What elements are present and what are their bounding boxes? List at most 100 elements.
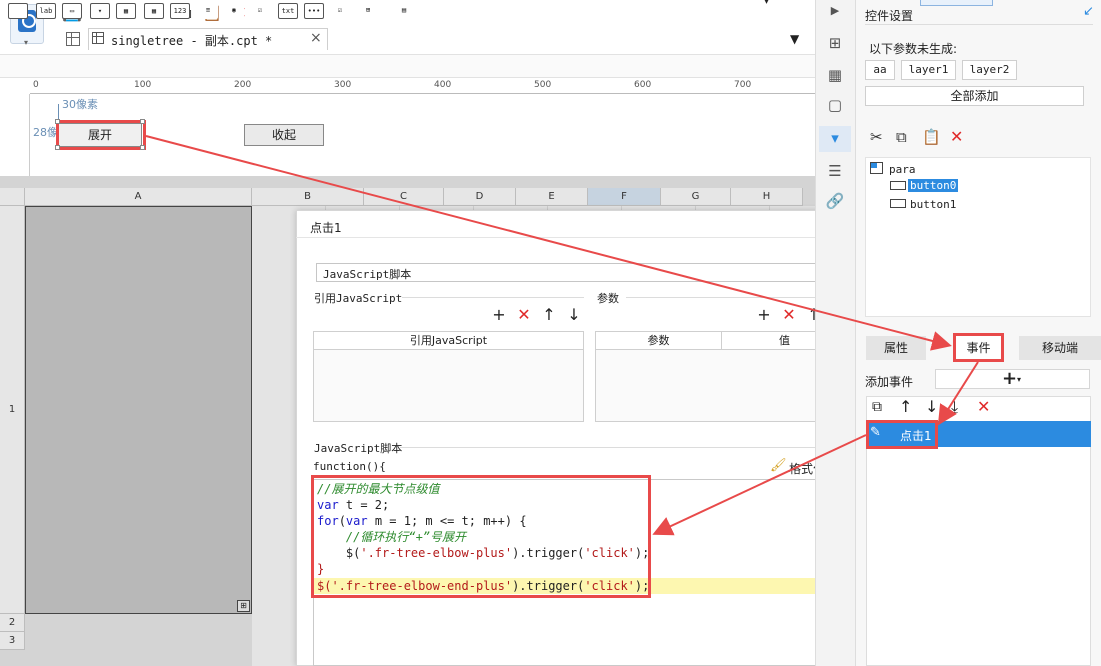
cell-attribute-icon[interactable]: ⊞ [824, 34, 846, 54]
button-widget-icon[interactable]: ▭ [62, 3, 82, 19]
delete-event-icon[interactable]: ✕ [977, 397, 990, 416]
column-header-a[interactable]: A [25, 188, 252, 206]
cut-icon[interactable]: ✂ [870, 128, 883, 146]
text-widget-icon[interactable]: txt [278, 3, 298, 19]
column-header-f[interactable]: F [588, 188, 661, 206]
ruler-tick: 500 [534, 80, 552, 90]
ruler-tick: 100 [134, 80, 152, 90]
resize-handle[interactable] [55, 119, 60, 124]
cell-grid-icon[interactable] [66, 32, 80, 46]
ref-js-label: 引用JavaScript [314, 292, 403, 305]
label-widget-icon[interactable] [8, 3, 28, 19]
close-tab-icon[interactable]: × [310, 30, 322, 46]
column-header-d[interactable]: D [444, 188, 516, 206]
move-down-icon[interactable]: ↓ [925, 397, 938, 416]
widget-toolbar [0, 54, 815, 78]
param-chip-layer1[interactable]: layer1 [901, 60, 956, 80]
dimension-label-30: 30像素 [62, 98, 98, 111]
function-signature: function(){ [313, 460, 386, 473]
column-header-h[interactable]: H [731, 188, 803, 206]
tree-node-para[interactable]: para [889, 163, 916, 176]
column-header-c[interactable]: C [364, 188, 444, 206]
delete-icon[interactable]: ✕ [950, 127, 963, 146]
corner-cell[interactable] [0, 188, 25, 206]
params-table[interactable]: 参数 值 [595, 331, 848, 422]
resize-handle[interactable] [140, 145, 145, 150]
chevron-right-icon[interactable]: ▶ [824, 4, 846, 24]
tab-menu-icon[interactable]: ▼ [790, 32, 799, 46]
dropdown-arrow-icon[interactable]: ▾ [764, 0, 769, 7]
more-widgets-icon[interactable]: ▤ [394, 3, 414, 19]
row-header-1[interactable]: 1 [0, 206, 25, 614]
row-header-3[interactable]: 3 [0, 632, 25, 650]
params-not-generated-label: 以下参数未生成: [869, 42, 958, 56]
checkbox-widget-icon[interactable]: ☑ [330, 3, 350, 19]
textarea-widget-icon[interactable]: ≡ [198, 3, 218, 19]
text-label-widget-icon[interactable]: lab [36, 3, 56, 19]
move-up-icon[interactable]: ↑ [540, 307, 558, 323]
add-icon[interactable]: + [490, 307, 508, 323]
column-header-b[interactable]: B [252, 188, 364, 206]
add-icon[interactable]: + [1002, 368, 1017, 389]
button-icon [890, 199, 906, 208]
float-element-icon[interactable]: ▢ [824, 96, 846, 116]
date-widget-icon[interactable]: ▦ [116, 3, 136, 19]
divider [400, 447, 848, 448]
chevron-down-icon[interactable]: ▾ [24, 38, 28, 47]
copy-icon[interactable]: ⧉ [896, 128, 907, 146]
tree-cell-a1[interactable] [25, 206, 252, 614]
ruler-tick: 700 [734, 80, 752, 90]
move-up-icon[interactable]: ↑ [899, 397, 912, 416]
ruler-tick: 400 [434, 80, 452, 90]
add-all-button[interactable]: 全部添加 [865, 86, 1084, 106]
tree-widget-icon[interactable]: ⊞ [358, 3, 378, 19]
param-chip-layer2[interactable]: layer2 [962, 60, 1017, 80]
checkbox-group-widget-icon[interactable]: ☑ [250, 3, 270, 19]
annotation-frame [56, 120, 146, 150]
tab-properties[interactable]: 属性 [866, 336, 926, 360]
js-script-label: JavaScript脚本 [314, 442, 403, 455]
tree-node-button1[interactable]: button1 [910, 198, 956, 211]
radio-group-widget-icon[interactable]: ◉ [224, 3, 244, 19]
password-widget-icon[interactable]: ••• [304, 3, 324, 19]
widget-settings-icon[interactable]: ▾ [824, 129, 846, 149]
remove-param-icon[interactable]: ✕ [780, 307, 798, 323]
add-param-icon[interactable]: + [755, 307, 773, 323]
combo-widget-icon[interactable]: ▾ [90, 3, 110, 19]
script-type-select[interactable]: JavaScript脚本 [316, 263, 845, 282]
row-header-2[interactable]: 2 [0, 614, 25, 632]
vertical-ruler [14, 94, 30, 176]
ruler-tick: 300 [334, 80, 352, 90]
tab-singletree[interactable]: singletree - 副本.cpt * [88, 28, 328, 50]
paste-icon[interactable]: 📋 [922, 128, 941, 146]
cell-element-icon[interactable]: ▦ [824, 66, 846, 86]
ref-js-table[interactable]: 引用JavaScript [313, 331, 584, 422]
resize-handle[interactable] [140, 119, 145, 124]
chevron-down-icon[interactable]: ▾ [1017, 375, 1021, 384]
collapse-panel-icon[interactable]: ↙ [1083, 4, 1094, 19]
button-icon [890, 181, 906, 190]
ref-js-header: 引用JavaScript [314, 332, 583, 350]
remove-icon[interactable]: ✕ [515, 307, 533, 323]
ruler-tick: 200 [234, 80, 252, 90]
number-widget-icon[interactable]: 123 [170, 3, 190, 19]
param-chip-aa[interactable]: aa [865, 60, 895, 80]
add-event-label: 添加事件 [865, 375, 914, 389]
dialog-title: 点击1 [310, 221, 342, 235]
parameter-pane-canvas[interactable] [30, 94, 815, 176]
tab-mobile[interactable]: 移动端 [1019, 336, 1101, 360]
move-bottom-icon[interactable]: ⤓ [951, 397, 958, 417]
divider [296, 237, 865, 238]
tree-node-button0[interactable]: button0 [908, 179, 959, 192]
collapse-button[interactable]: 收起 [244, 124, 324, 146]
hyperlink-icon[interactable]: 🔗 [824, 192, 846, 212]
copy-event-icon[interactable]: ⧉ [872, 399, 882, 415]
resize-handle[interactable] [55, 145, 60, 150]
horizontal-ruler: 0 100 200 300 400 500 600 700 [30, 80, 815, 94]
calendar-widget-icon[interactable]: ▦ [144, 3, 164, 19]
move-down-icon[interactable]: ↓ [565, 307, 583, 323]
condition-attribute-icon[interactable]: ☰ [824, 162, 846, 182]
column-header-e[interactable]: E [516, 188, 588, 206]
column-header-g[interactable]: G [661, 188, 731, 206]
report-file-icon [92, 32, 104, 44]
